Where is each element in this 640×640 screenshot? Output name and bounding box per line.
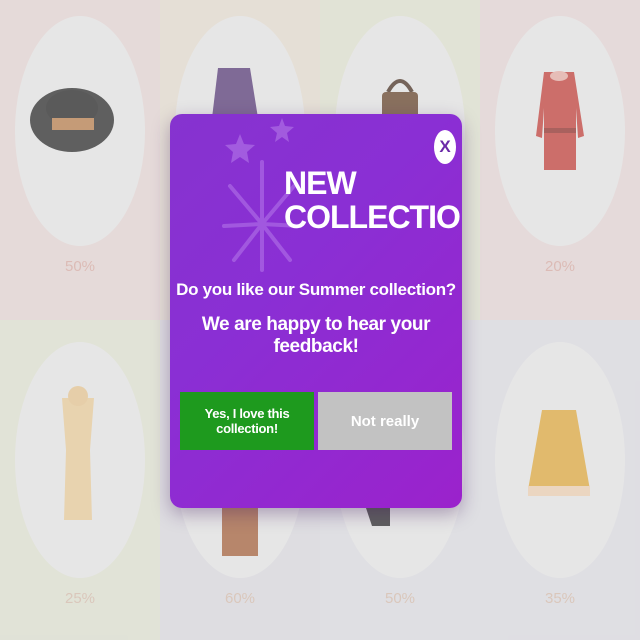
feedback-question: Do you like our Summer collection?	[176, 280, 456, 299]
feedback-subtext: We are happy to hear your feedback!	[201, 314, 431, 357]
modal-headline: NEW COLLECTION	[284, 166, 462, 234]
not-really-button[interactable]: Not really	[318, 392, 452, 450]
headline-line-2: COLLECTION	[284, 199, 462, 235]
headline-line-1: NEW	[284, 165, 357, 201]
feedback-modal: X NEW COLLECTION Do you like our Summer …	[170, 114, 462, 508]
close-button[interactable]: X	[434, 130, 456, 164]
yes-love-button[interactable]: Yes, I love this collection!	[180, 392, 314, 450]
